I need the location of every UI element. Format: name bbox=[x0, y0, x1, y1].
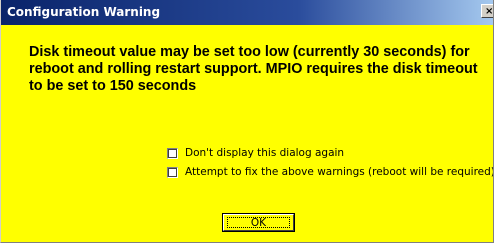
attempt-fix-option[interactable]: Attempt to fix the above warnings (reboo… bbox=[167, 165, 493, 179]
close-button[interactable]: × bbox=[481, 4, 494, 18]
attempt-fix-checkbox[interactable] bbox=[167, 166, 178, 178]
dont-display-again-checkbox[interactable] bbox=[167, 147, 178, 159]
warning-message: Disk timeout value may be set too low (c… bbox=[29, 44, 478, 94]
configuration-warning-dialog: Configuration Warning × Disk timeout val… bbox=[0, 0, 494, 243]
attempt-fix-label[interactable]: Attempt to fix the above warnings (reboo… bbox=[185, 166, 493, 178]
title-bar[interactable]: Configuration Warning × bbox=[1, 0, 494, 25]
dont-display-again-option[interactable]: Don't display this dialog again bbox=[167, 146, 344, 160]
window-title: Configuration Warning bbox=[7, 5, 161, 19]
ok-button[interactable]: OK bbox=[222, 213, 295, 232]
dont-display-again-label[interactable]: Don't display this dialog again bbox=[185, 147, 344, 159]
close-icon: × bbox=[485, 6, 494, 17]
ok-button-label: OK bbox=[250, 216, 267, 229]
dialog-body: Disk timeout value may be set too low (c… bbox=[1, 25, 493, 242]
